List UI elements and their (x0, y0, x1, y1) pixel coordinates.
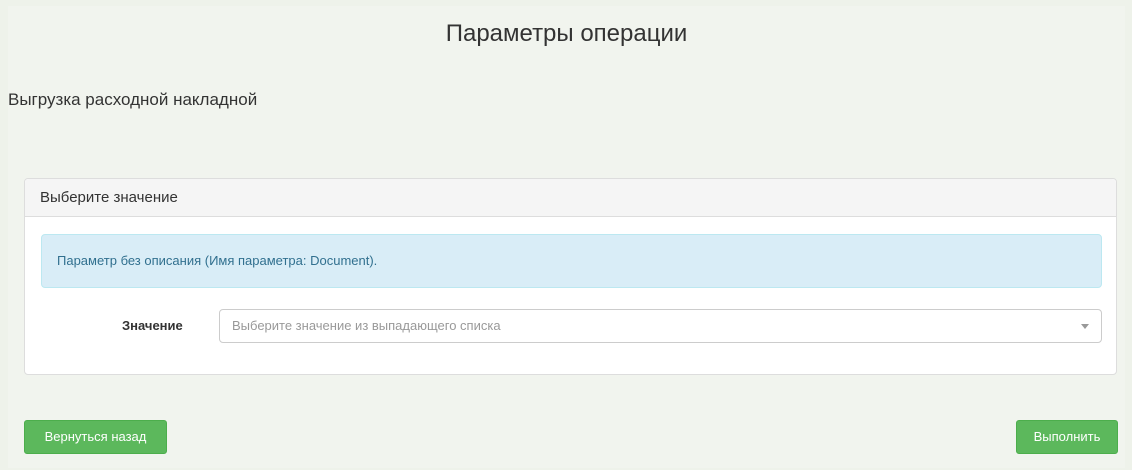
operation-params-page: Параметры операции Выгрузка расходной на… (8, 6, 1125, 468)
panel-heading: Выберите значение (25, 179, 1116, 217)
value-select[interactable]: Выберите значение из выпадающего списка (219, 309, 1102, 343)
value-select-placeholder: Выберите значение из выпадающего списка (232, 318, 501, 333)
back-button[interactable]: Вернуться назад (24, 420, 167, 454)
caret-down-icon[interactable] (1081, 324, 1089, 329)
parameter-info-alert: Параметр без описания (Имя параметра: Do… (41, 234, 1102, 288)
value-selection-panel: Выберите значение Параметр без описания … (24, 178, 1117, 375)
run-button[interactable]: Выполнить (1016, 420, 1118, 454)
value-field-label: Значение (122, 318, 183, 333)
page-title: Параметры операции (445, 20, 688, 47)
operation-name: Выгрузка расходной накладной (8, 90, 258, 109)
